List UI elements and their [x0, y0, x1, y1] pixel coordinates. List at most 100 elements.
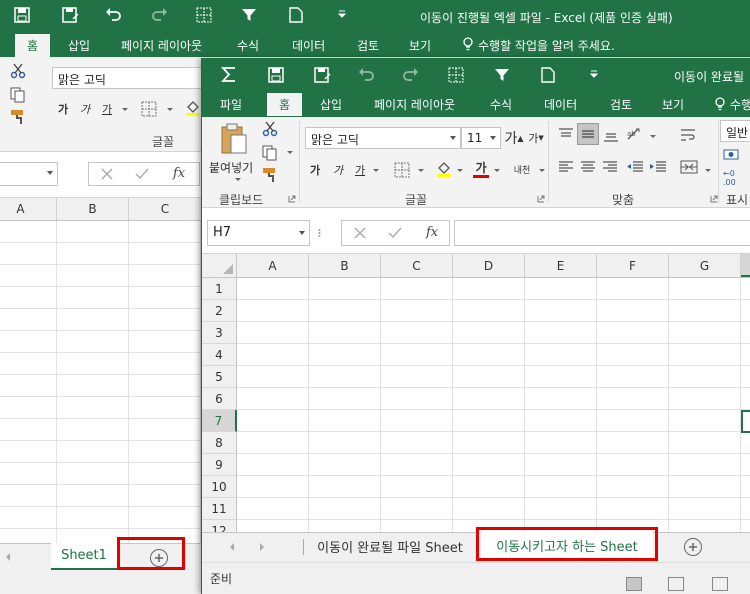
col-header-h[interactable]	[741, 254, 750, 277]
row-header-6[interactable]: 6	[202, 388, 237, 410]
chevron-down-icon[interactable]	[536, 169, 545, 172]
col-header-e[interactable]: E	[525, 254, 597, 277]
row-header-9[interactable]: 9	[202, 454, 237, 476]
sheet-tab-destination[interactable]: 이동이 완료될 파일 Sheet	[306, 533, 474, 560]
font-color-button[interactable]: 가	[473, 159, 489, 179]
row-header-11[interactable]: 11	[202, 498, 237, 520]
new-file-icon[interactable]	[541, 67, 555, 83]
enter-check-icon[interactable]	[135, 168, 149, 180]
align-middle-button[interactable]	[577, 123, 599, 145]
bg-name-box[interactable]	[0, 162, 58, 186]
col-header-g[interactable]: G	[669, 254, 741, 277]
row-header-7[interactable]: 7	[202, 410, 237, 432]
bg-font-name-box[interactable]: 맑은 고딕	[52, 67, 202, 89]
tab-review[interactable]: 검토	[610, 96, 632, 113]
tab-home[interactable]: 홈	[267, 93, 303, 116]
bg-col-header-c[interactable]: C	[129, 198, 201, 220]
tab-insert[interactable]: 삽입	[320, 96, 342, 113]
scroll-left-icon[interactable]	[229, 543, 235, 551]
bg-cell-grid[interactable]	[0, 221, 201, 543]
bg-tell-me[interactable]: 수행할 작업을 알려 주세요.	[478, 37, 615, 54]
copy-icon[interactable]	[262, 145, 280, 161]
increase-decimal-icon[interactable]: ←0.00	[723, 169, 736, 187]
insert-function-icon[interactable]: fx	[426, 225, 438, 240]
paste-button[interactable]: 붙여넣기	[209, 159, 253, 176]
col-header-c[interactable]: C	[381, 254, 453, 277]
active-cell-h7[interactable]	[741, 410, 750, 433]
chevron-down-icon[interactable]	[370, 169, 379, 172]
format-painter-icon[interactable]	[262, 167, 280, 183]
row-header-4[interactable]: 4	[202, 344, 237, 366]
bg-tab-review[interactable]: 검토	[357, 37, 379, 54]
customize-quick-access-icon[interactable]	[338, 10, 346, 18]
italic-button[interactable]: 가	[331, 161, 345, 179]
enter-check-icon[interactable]	[388, 227, 402, 239]
wrap-text-icon[interactable]	[680, 127, 698, 143]
align-right-icon[interactable]	[602, 159, 618, 175]
chevron-down-icon[interactable]	[491, 169, 500, 172]
save-as-icon[interactable]	[314, 67, 332, 83]
formula-bar-grip[interactable]	[318, 222, 321, 244]
bg-tab-home[interactable]: 홈	[15, 34, 51, 57]
bg-col-header-b[interactable]: B	[57, 198, 129, 220]
undo-icon[interactable]	[358, 66, 376, 82]
insert-function-icon[interactable]: fx	[173, 166, 185, 181]
filter-icon[interactable]	[241, 7, 257, 23]
scroll-left-icon[interactable]	[5, 553, 11, 561]
col-header-a[interactable]: A	[237, 254, 309, 277]
chevron-down-icon[interactable]	[284, 151, 293, 154]
cancel-icon[interactable]	[101, 168, 113, 180]
name-box[interactable]: H7	[207, 220, 310, 246]
format-painter-icon[interactable]	[10, 109, 28, 125]
tab-page-layout[interactable]: 페이지 레이아웃	[374, 96, 455, 113]
customize-quick-access-icon[interactable]	[590, 70, 598, 78]
chevron-down-icon[interactable]	[647, 135, 656, 138]
col-header-d[interactable]: D	[453, 254, 525, 277]
row-header-2[interactable]: 2	[202, 300, 237, 322]
grow-font-button[interactable]: 가 ▲	[504, 127, 523, 149]
redo-icon[interactable]	[150, 6, 168, 22]
phonetic-guide-button[interactable]: 내천	[510, 159, 534, 179]
dialog-launcher-icon[interactable]	[537, 195, 545, 203]
bg-tab-insert[interactable]: 삽입	[68, 37, 90, 54]
redo-icon[interactable]	[401, 66, 419, 82]
select-all-corner[interactable]	[202, 254, 237, 278]
autosum-icon[interactable]	[221, 66, 237, 83]
align-bottom-icon[interactable]	[603, 127, 619, 143]
bg-col-header-a[interactable]: A	[0, 198, 57, 220]
decrease-indent-icon[interactable]	[626, 159, 644, 175]
font-size-box[interactable]: 11	[461, 127, 501, 149]
row-header-1[interactable]: 1	[202, 278, 237, 300]
col-header-f[interactable]: F	[597, 254, 669, 277]
undo-icon[interactable]	[105, 6, 123, 22]
save-icon[interactable]	[268, 67, 284, 83]
row-header-12[interactable]: 12	[202, 520, 237, 532]
font-name-box[interactable]: 맑은 고딕	[305, 127, 461, 149]
tell-me-search[interactable]: 수행	[730, 96, 750, 113]
align-left-icon[interactable]	[558, 159, 574, 175]
dialog-launcher-icon[interactable]	[710, 195, 718, 203]
fill-color-icon[interactable]	[185, 99, 201, 117]
shrink-font-button[interactable]: 가 ▼	[528, 127, 544, 149]
cut-icon[interactable]	[262, 121, 278, 137]
chevron-down-icon[interactable]	[119, 108, 128, 111]
tab-file[interactable]: 파일	[220, 96, 242, 113]
increase-indent-icon[interactable]	[649, 159, 667, 175]
border-grid-icon[interactable]	[448, 67, 464, 83]
bg-sheet-tab-sheet1[interactable]: Sheet1	[51, 543, 117, 570]
scroll-right-icon[interactable]	[259, 543, 265, 551]
cut-icon[interactable]	[10, 63, 26, 79]
number-format-box[interactable]: 일반	[720, 120, 750, 142]
save-as-icon[interactable]	[62, 7, 80, 23]
align-top-icon[interactable]	[558, 127, 574, 143]
fill-color-icon[interactable]	[436, 160, 452, 178]
bg-bold-button[interactable]: 가	[56, 101, 70, 117]
bg-tab-view[interactable]: 보기	[409, 37, 431, 54]
tab-formulas[interactable]: 수식	[490, 96, 512, 113]
row-header-10[interactable]: 10	[202, 476, 237, 498]
chevron-down-icon[interactable]	[702, 169, 711, 172]
formula-input[interactable]	[454, 220, 750, 246]
border-icon[interactable]	[394, 162, 410, 178]
cancel-icon[interactable]	[354, 227, 366, 239]
align-center-icon[interactable]	[580, 159, 596, 175]
